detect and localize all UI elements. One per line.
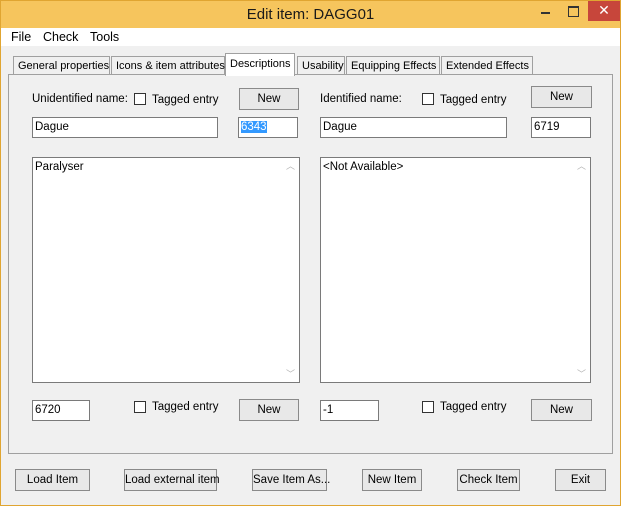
identified-tagged-checkbox[interactable] xyxy=(422,93,434,105)
unidentified-strref-value: 6343 xyxy=(241,121,267,133)
new-item-button[interactable]: New Item xyxy=(362,469,422,491)
identified-name-label: Identified name: xyxy=(320,93,402,105)
identified-new-button[interactable]: New xyxy=(531,86,592,108)
unidentified-new-button[interactable]: New xyxy=(239,88,299,110)
unidentified-name-input[interactable]: Dague xyxy=(32,117,218,138)
unidentified-desc-new-button[interactable]: New xyxy=(239,399,299,421)
unidentified-desc-strref-input[interactable]: 6720 xyxy=(32,400,90,421)
unidentified-name-label: Unidentified name: xyxy=(32,93,128,105)
menu-tools[interactable]: Tools xyxy=(90,30,119,44)
unidentified-tagged-checkbox[interactable] xyxy=(134,93,146,105)
load-item-button[interactable]: Load Item xyxy=(15,469,90,491)
exit-button[interactable]: Exit xyxy=(555,469,606,491)
unidentified-description-text: Paralyser xyxy=(35,161,84,173)
minimize-icon[interactable] xyxy=(533,1,559,21)
identified-description-textarea[interactable]: <Not Available> ︿ ﹀ xyxy=(320,157,591,383)
window-title: Edit item: DAGG01 xyxy=(246,6,375,23)
unidentified-description-scrollbar[interactable]: ︿ ﹀ xyxy=(282,158,299,382)
chevron-up-icon[interactable]: ︿ xyxy=(573,158,590,174)
menu-check[interactable]: Check xyxy=(43,30,78,44)
maximize-icon[interactable] xyxy=(560,1,586,21)
identified-desc-tagged-label: Tagged entry xyxy=(440,401,507,413)
tab-usability[interactable]: Usability xyxy=(297,56,345,75)
identified-description-scrollbar[interactable]: ︿ ﹀ xyxy=(573,158,590,382)
tab-extended-effects[interactable]: Extended Effects xyxy=(441,56,533,75)
identified-description-text: <Not Available> xyxy=(323,161,404,173)
load-external-item-button[interactable]: Load external item xyxy=(124,469,220,491)
identified-tagged-label: Tagged entry xyxy=(440,94,507,106)
tab-icons-attributes[interactable]: Icons & item attributes xyxy=(111,56,225,75)
tab-general-properties[interactable]: General properties xyxy=(13,56,110,75)
save-item-as-button[interactable]: Save Item As... xyxy=(252,469,330,491)
unidentified-strref-input[interactable]: 6343 xyxy=(238,117,298,138)
unidentified-description-textarea[interactable]: Paralyser ︿ ﹀ xyxy=(32,157,300,383)
unidentified-tagged-label: Tagged entry xyxy=(152,94,219,106)
menu-bar: File Check Tools xyxy=(1,28,620,46)
chevron-down-icon[interactable]: ﹀ xyxy=(573,366,590,382)
chevron-down-icon[interactable]: ﹀ xyxy=(282,366,299,382)
close-icon: ✕ xyxy=(598,2,610,18)
identified-name-input[interactable]: Dague xyxy=(320,117,507,138)
chevron-up-icon[interactable]: ︿ xyxy=(282,158,299,174)
tab-equipping-effects[interactable]: Equipping Effects xyxy=(346,56,440,75)
check-item-button[interactable]: Check Item xyxy=(457,469,520,491)
tab-descriptions[interactable]: Descriptions xyxy=(225,53,295,76)
unidentified-desc-tagged-label: Tagged entry xyxy=(152,401,219,413)
identified-desc-tagged-checkbox[interactable] xyxy=(422,401,434,413)
edit-item-window: Edit item: DAGG01 ✕ File Check Tools Gen… xyxy=(0,0,621,506)
unidentified-desc-tagged-checkbox[interactable] xyxy=(134,401,146,413)
close-button[interactable]: ✕ xyxy=(588,1,620,21)
identified-desc-strref-input[interactable]: -1 xyxy=(320,400,379,421)
title-bar[interactable]: Edit item: DAGG01 ✕ xyxy=(1,1,620,28)
identified-desc-new-button[interactable]: New xyxy=(531,399,592,421)
menu-file[interactable]: File xyxy=(11,30,31,44)
identified-strref-input[interactable]: 6719 xyxy=(531,117,591,138)
